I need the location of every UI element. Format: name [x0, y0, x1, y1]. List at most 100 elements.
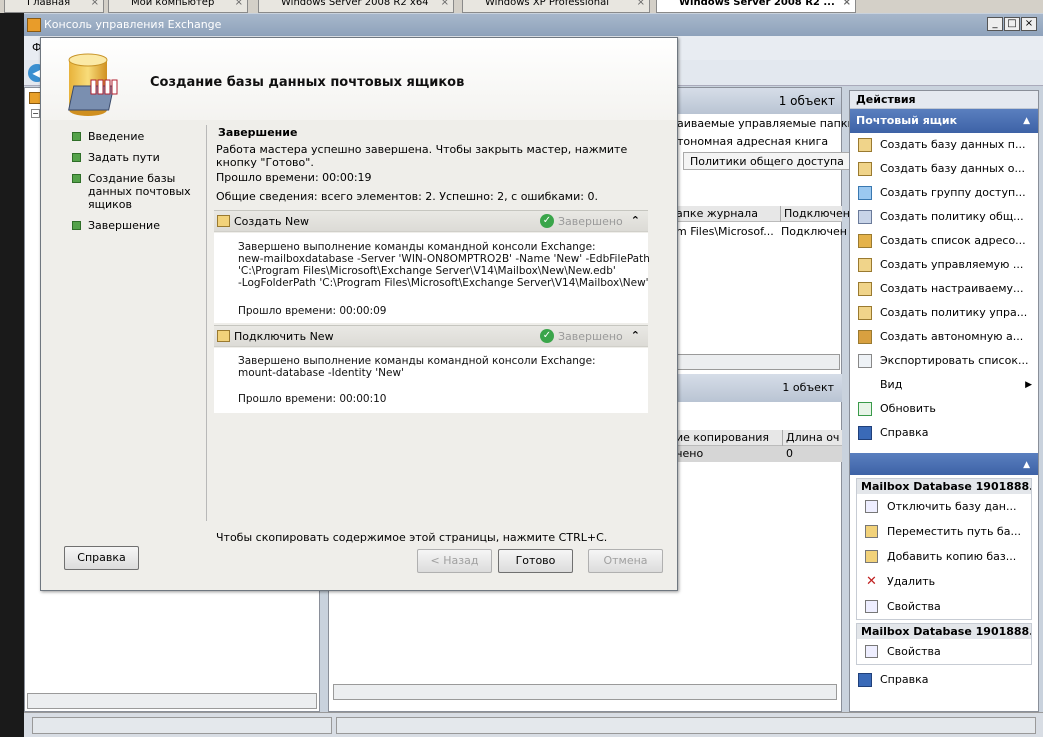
- action-move-database-path[interactable]: Переместить путь ба...: [857, 519, 1031, 544]
- lower-grid-row[interactable]: чено 0: [674, 446, 842, 462]
- help-icon: [858, 426, 872, 440]
- action-copy-properties[interactable]: Свойства: [857, 639, 1031, 664]
- task-line: -LogFolderPath 'C:\Program Files\Microso…: [238, 277, 649, 289]
- tree-horizontal-scrollbar[interactable]: [27, 693, 317, 709]
- close-icon[interactable]: ×: [91, 0, 99, 11]
- action-help-bottom[interactable]: Справка: [850, 668, 1038, 692]
- close-icon[interactable]: ×: [843, 0, 851, 11]
- task-elapsed: Прошло времени: 00:00:09: [238, 305, 387, 317]
- finish-button[interactable]: Готово: [498, 549, 573, 573]
- action-new-managed-folder[interactable]: Создать управляемую ...: [850, 253, 1038, 277]
- step-label: Завершение: [88, 219, 160, 232]
- action-label: Создать автономную а...: [880, 330, 1024, 343]
- status-bar: [24, 712, 1043, 737]
- column-header[interactable]: ие копирования: [676, 430, 769, 446]
- copy-hint: Чтобы скопировать содержимое этой страни…: [216, 531, 608, 544]
- action-help[interactable]: Справка: [850, 421, 1038, 445]
- tab-managed-folders[interactable]: аиваемые управляемые папки: [677, 116, 855, 132]
- action-new-dag[interactable]: Создать группу доступ...: [850, 181, 1038, 205]
- action-add-database-copy[interactable]: Добавить копию баз...: [857, 544, 1031, 569]
- action-label: Удалить: [887, 575, 936, 588]
- help-button[interactable]: Справка: [64, 546, 139, 570]
- tab-sharing-policies[interactable]: Политики общего доступа: [683, 152, 851, 170]
- vm-tab-server-active[interactable]: Windows Server 2008 R2 ... ×: [656, 0, 856, 13]
- step-complete-icon: [72, 132, 81, 141]
- action-refresh[interactable]: Обновить: [850, 397, 1038, 421]
- checkmark-icon: ✓: [540, 214, 554, 228]
- grid-cell: 0: [786, 447, 793, 460]
- step-complete-icon: [72, 174, 81, 183]
- step-label: Задать пути: [88, 151, 160, 164]
- action-label: Справка: [880, 673, 929, 686]
- completion-intro: Работа мастера успешно завершена. Чтобы …: [216, 143, 628, 169]
- database-icon: [217, 215, 230, 227]
- lower-grid-header: ие копирования Длина оч: [674, 430, 842, 446]
- action-label: Создать список адресо...: [880, 234, 1026, 247]
- close-icon[interactable]: ×: [637, 0, 645, 11]
- vm-tab-my-computer[interactable]: Мой компьютер ×: [108, 0, 248, 13]
- chevron-up-icon[interactable]: ▲: [1023, 453, 1030, 477]
- minimize-button[interactable]: _: [987, 17, 1003, 31]
- vm-tab-label: Мой компьютер: [131, 0, 215, 8]
- tab-offline-address-book[interactable]: тономная адресная книга: [677, 134, 828, 150]
- action-label: Создать группу доступ...: [880, 186, 1026, 199]
- action-new-offline-address-book[interactable]: Создать автономную а...: [850, 325, 1038, 349]
- refresh-icon: [858, 402, 872, 416]
- action-properties[interactable]: Свойства: [857, 594, 1031, 619]
- action-new-mailbox-policy[interactable]: Создать политику упра...: [850, 301, 1038, 325]
- vm-tab-xp[interactable]: Windows XP Professional ×: [462, 0, 650, 13]
- vm-tab-label: Windows XP Professional: [485, 0, 609, 8]
- close-icon[interactable]: ×: [441, 0, 449, 11]
- collapse-chevron-icon[interactable]: ⌃: [631, 329, 640, 342]
- column-header[interactable]: Длина оч: [782, 430, 839, 446]
- maximize-button[interactable]: □: [1004, 17, 1020, 31]
- task-status: ✓ Завершено: [540, 214, 623, 228]
- mailbox-database-icon: [68, 53, 118, 116]
- collapse-icon[interactable]: −: [31, 109, 40, 118]
- database-header: Mailbox Database 1901888...: [857, 479, 1031, 494]
- action-remove[interactable]: ✕ Удалить: [857, 569, 1031, 594]
- lower-horizontal-scrollbar[interactable]: [333, 684, 837, 700]
- close-window-button[interactable]: ×: [1021, 17, 1037, 31]
- task-details-mount: Завершено выполнение команды командной к…: [214, 348, 648, 413]
- folder-icon: [858, 258, 872, 272]
- actions-pane: Действия Почтовый ящик ▲ Создать базу дан…: [849, 90, 1039, 712]
- vm-tab-server-x64[interactable]: Windows Server 2008 R2 x64 ×: [258, 0, 454, 13]
- action-label: Создать базу данных о...: [880, 162, 1026, 175]
- action-label: Экспортировать список...: [880, 354, 1029, 367]
- upper-horizontal-scrollbar[interactable]: [674, 354, 840, 370]
- database-icon: [858, 162, 872, 176]
- task-status: ✓ Завершено: [540, 329, 623, 343]
- task-header-mount[interactable]: Подключить New ✓ Завершено ⌃: [214, 325, 648, 347]
- action-new-sharing-policy[interactable]: Создать политику общ...: [850, 205, 1038, 229]
- vm-tab-label: Windows Server 2008 R2 x64: [281, 0, 429, 8]
- vm-tab-home[interactable]: Главная ×: [4, 0, 104, 13]
- grid-cell[interactable]: m Files\Microsof...: [676, 224, 774, 240]
- action-new-mailbox-database[interactable]: Создать базу данных п...: [850, 133, 1038, 157]
- database-copy-actions-box: Mailbox Database 1901888... Свойства: [856, 623, 1032, 665]
- action-export-list[interactable]: Экспортировать список...: [850, 349, 1038, 373]
- close-icon[interactable]: ×: [235, 0, 243, 11]
- column-header[interactable]: апке журнала: [676, 206, 758, 222]
- completion-heading: Завершение: [218, 126, 298, 139]
- cancel-button[interactable]: Отмена: [588, 549, 663, 573]
- actions-section-mailbox[interactable]: Почтовый ящик ▲: [850, 109, 1038, 133]
- action-new-custom-folder[interactable]: Создать настраиваему...: [850, 277, 1038, 301]
- window-title: Консоль управления Exchange: [44, 18, 222, 31]
- action-new-address-list[interactable]: Создать список адресо...: [850, 229, 1038, 253]
- action-label: Добавить копию баз...: [887, 550, 1017, 563]
- action-label: Вид: [880, 378, 903, 391]
- vm-tab-label: Windows Server 2008 R2 ...: [679, 0, 835, 8]
- collapse-chevron-icon[interactable]: ⌃: [631, 214, 640, 227]
- back-button[interactable]: < Назад: [417, 549, 492, 573]
- actions-section-database[interactable]: ▲: [850, 453, 1038, 475]
- action-view[interactable]: Вид ▶: [850, 373, 1038, 397]
- column-header[interactable]: Подключен: [780, 206, 850, 222]
- grid-cell[interactable]: Подключен: [781, 224, 847, 240]
- section-title: Почтовый ящик: [856, 114, 958, 127]
- task-header-create[interactable]: Создать New ✓ Завершено ⌃: [214, 210, 648, 232]
- chevron-up-icon[interactable]: ▲: [1023, 109, 1030, 133]
- action-dismount-database[interactable]: Отключить базу дан...: [857, 494, 1031, 519]
- action-new-public-folder-db[interactable]: Создать базу данных о...: [850, 157, 1038, 181]
- database-actions-box: Mailbox Database 1901888... Отключить ба…: [856, 478, 1032, 620]
